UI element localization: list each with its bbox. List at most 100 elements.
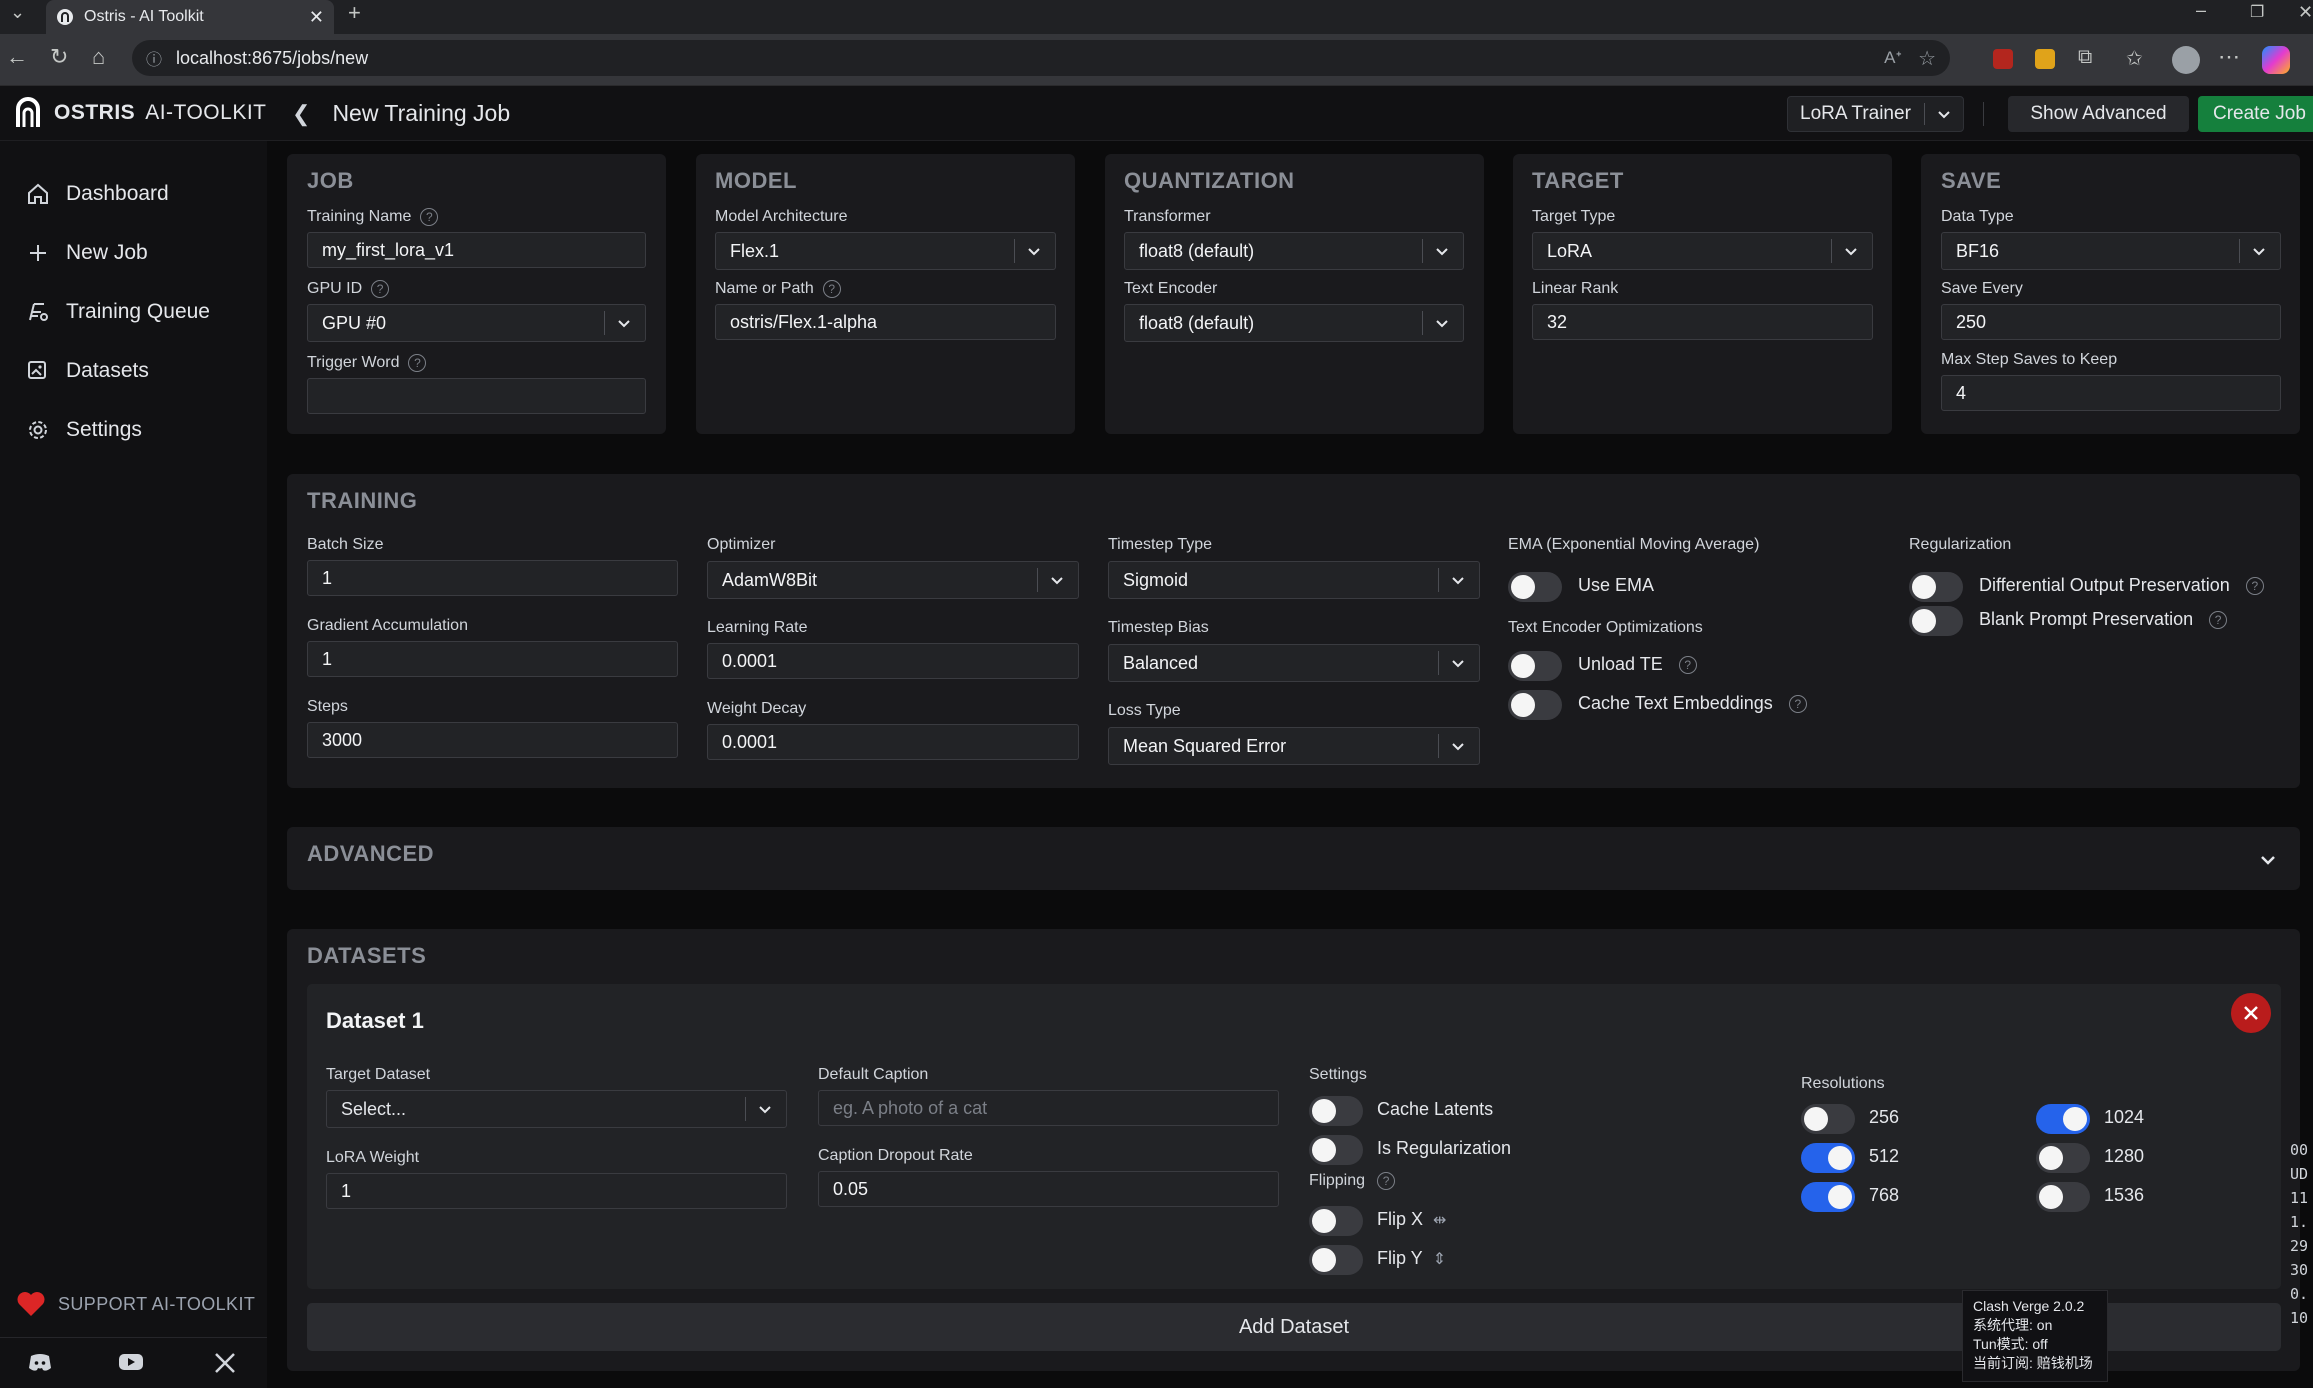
help-icon[interactable]: ? <box>1678 655 1697 674</box>
help-icon[interactable]: ? <box>2245 576 2264 595</box>
minimize-icon[interactable]: – <box>2196 0 2206 21</box>
flip-y-toggle[interactable] <box>1309 1245 1363 1275</box>
resolution-toggle-768[interactable] <box>1801 1182 1855 1212</box>
create-job-button[interactable]: Create Job <box>2198 96 2313 132</box>
name-or-path-input[interactable]: ostris/Flex.1-alpha <box>715 304 1056 340</box>
transformer-select[interactable]: float8 (default) <box>1124 232 1464 270</box>
support-link[interactable]: SUPPORT AI-TOOLKIT <box>16 1291 255 1317</box>
linear-rank-input[interactable]: 32 <box>1532 304 1873 340</box>
advanced-panel[interactable]: ADVANCED <box>287 827 2300 890</box>
resolution-toggle-256[interactable] <box>1801 1104 1855 1134</box>
sidebar-item-dashboard[interactable]: Dashboard <box>26 182 169 206</box>
select-value: AdamW8Bit <box>722 569 818 590</box>
save-every-input[interactable]: 250 <box>1941 304 2281 340</box>
gradient-accumulation-input[interactable]: 1 <box>307 641 678 677</box>
use-ema-toggle[interactable] <box>1508 572 1562 602</box>
resolution-toggle-1536[interactable] <box>2036 1182 2090 1212</box>
resolution-toggle-512[interactable] <box>1801 1143 1855 1173</box>
data-type-select[interactable]: BF16 <box>1941 232 2281 270</box>
trigger-word-input[interactable] <box>307 378 646 414</box>
resolution-toggle-1024[interactable] <box>2036 1104 2090 1134</box>
sidebar-item-training-queue[interactable]: Training Queue <box>26 300 210 324</box>
more-menu-icon[interactable]: ⋯ <box>2218 44 2240 70</box>
target-type-select[interactable]: LoRA <box>1532 232 1873 270</box>
help-icon[interactable]: ? <box>1788 694 1807 713</box>
back-chevron-icon[interactable]: ❮ <box>292 101 310 127</box>
name-or-path-label: Name or Path? <box>715 280 841 298</box>
cache-text-embeddings-toggle[interactable] <box>1508 690 1562 720</box>
lora-weight-input[interactable]: 1 <box>326 1173 787 1209</box>
copilot-icon[interactable] <box>2262 46 2290 74</box>
is-regularization-toggle[interactable] <box>1309 1135 1363 1165</box>
chevron-down-icon[interactable] <box>2259 851 2277 869</box>
tab-list-icon[interactable]: ⌄ <box>10 2 25 23</box>
caption-dropout-input[interactable]: 0.05 <box>818 1171 1279 1207</box>
default-caption-input[interactable]: eg. A photo of a cat <box>818 1090 1279 1126</box>
remove-dataset-button[interactable] <box>2231 993 2271 1033</box>
home-browser-icon[interactable]: ⌂ <box>92 44 105 70</box>
ublock-extension-icon[interactable] <box>1993 49 2013 69</box>
trainer-select[interactable]: LoRA Trainer <box>1787 96 1964 132</box>
extensions-puzzle-icon[interactable]: ⧉ <box>2078 46 2092 69</box>
training-name-input[interactable]: my_first_lora_v1 <box>307 232 646 268</box>
sidebar-item-datasets[interactable]: Datasets <box>26 359 149 383</box>
extension-icon[interactable] <box>2035 49 2055 69</box>
input-value: ostris/Flex.1-alpha <box>730 311 878 332</box>
gpu-select[interactable]: GPU #0 <box>307 304 646 342</box>
settings-label: Settings <box>1309 1066 1367 1083</box>
learning-rate-input[interactable]: 0.0001 <box>707 643 1079 679</box>
model-architecture-select[interactable]: Flex.1 <box>715 232 1056 270</box>
help-icon[interactable]: ? <box>2209 610 2228 629</box>
show-advanced-button[interactable]: Show Advanced <box>2008 96 2189 132</box>
browser-tab[interactable]: Ostris - AI Toolkit ✕ <box>46 0 334 34</box>
cache-latents-toggle[interactable] <box>1309 1096 1363 1126</box>
window-close-icon[interactable]: ✕ <box>2298 2 2313 23</box>
blank-prompt-preservation-toggle[interactable] <box>1909 606 1963 636</box>
discord-icon[interactable] <box>28 1352 52 1372</box>
youtube-icon[interactable] <box>118 1352 144 1372</box>
input-value: 1 <box>322 567 333 588</box>
reload-icon[interactable]: ↻ <box>50 44 68 70</box>
read-aloud-icon[interactable]: Aᐩ <box>1884 48 1902 68</box>
timestep-bias-select[interactable]: Balanced <box>1108 644 1480 682</box>
batch-size-label: Batch Size <box>307 536 384 553</box>
site-info-icon[interactable]: ⓘ <box>146 46 162 70</box>
differential-output-preservation-toggle[interactable] <box>1909 572 1963 602</box>
unload-te-toggle[interactable] <box>1508 651 1562 681</box>
address-bar[interactable]: ⓘ localhost:8675/jobs/new Aᐩ ☆ <box>132 40 1950 76</box>
favorites-icon[interactable]: ✩ <box>2126 46 2143 71</box>
batch-size-input[interactable]: 1 <box>307 560 678 596</box>
profile-avatar[interactable] <box>2172 46 2200 74</box>
timestep-type-select[interactable]: Sigmoid <box>1108 561 1480 599</box>
weight-decay-input[interactable]: 0.0001 <box>707 724 1079 760</box>
steps-input[interactable]: 3000 <box>307 722 678 758</box>
help-icon[interactable]: ? <box>408 354 427 372</box>
x-twitter-icon[interactable] <box>214 1352 236 1374</box>
label-text: Trigger Word <box>307 354 400 371</box>
favorite-star-icon[interactable]: ☆ <box>1918 46 1936 71</box>
select-value: LoRA <box>1547 240 1593 261</box>
home-icon <box>28 183 48 204</box>
sidebar-item-new-job[interactable]: New Job <box>26 241 148 265</box>
optimizer-select[interactable]: AdamW8Bit <box>707 561 1079 599</box>
resolution-toggle-1280[interactable] <box>2036 1143 2090 1173</box>
flip-x-toggle[interactable] <box>1309 1206 1363 1236</box>
help-icon[interactable]: ? <box>371 280 390 298</box>
new-tab-icon[interactable]: + <box>348 0 361 26</box>
loss-type-select[interactable]: Mean Squared Error <box>1108 727 1480 765</box>
sidebar-item-settings[interactable]: Settings <box>26 418 142 442</box>
help-icon[interactable]: ? <box>822 280 841 298</box>
chevron-down-icon <box>618 320 630 328</box>
tab-close-icon[interactable]: ✕ <box>309 7 324 28</box>
text-encoder-select[interactable]: float8 (default) <box>1124 304 1464 342</box>
help-icon[interactable]: ? <box>420 208 439 226</box>
max-step-saves-input[interactable]: 4 <box>1941 375 2281 411</box>
target-dataset-select[interactable]: Select... <box>326 1090 787 1128</box>
steps-label: Steps <box>307 698 348 715</box>
back-icon[interactable]: ← <box>6 44 28 70</box>
restore-icon[interactable]: ❐ <box>2250 2 2264 22</box>
sidebar-item-label: Datasets <box>66 359 149 382</box>
help-icon[interactable]: ? <box>1377 1172 1396 1190</box>
brand-logo[interactable]: OSTRIS AI-TOOLKIT <box>14 97 267 129</box>
input-value: 0.0001 <box>722 650 778 671</box>
